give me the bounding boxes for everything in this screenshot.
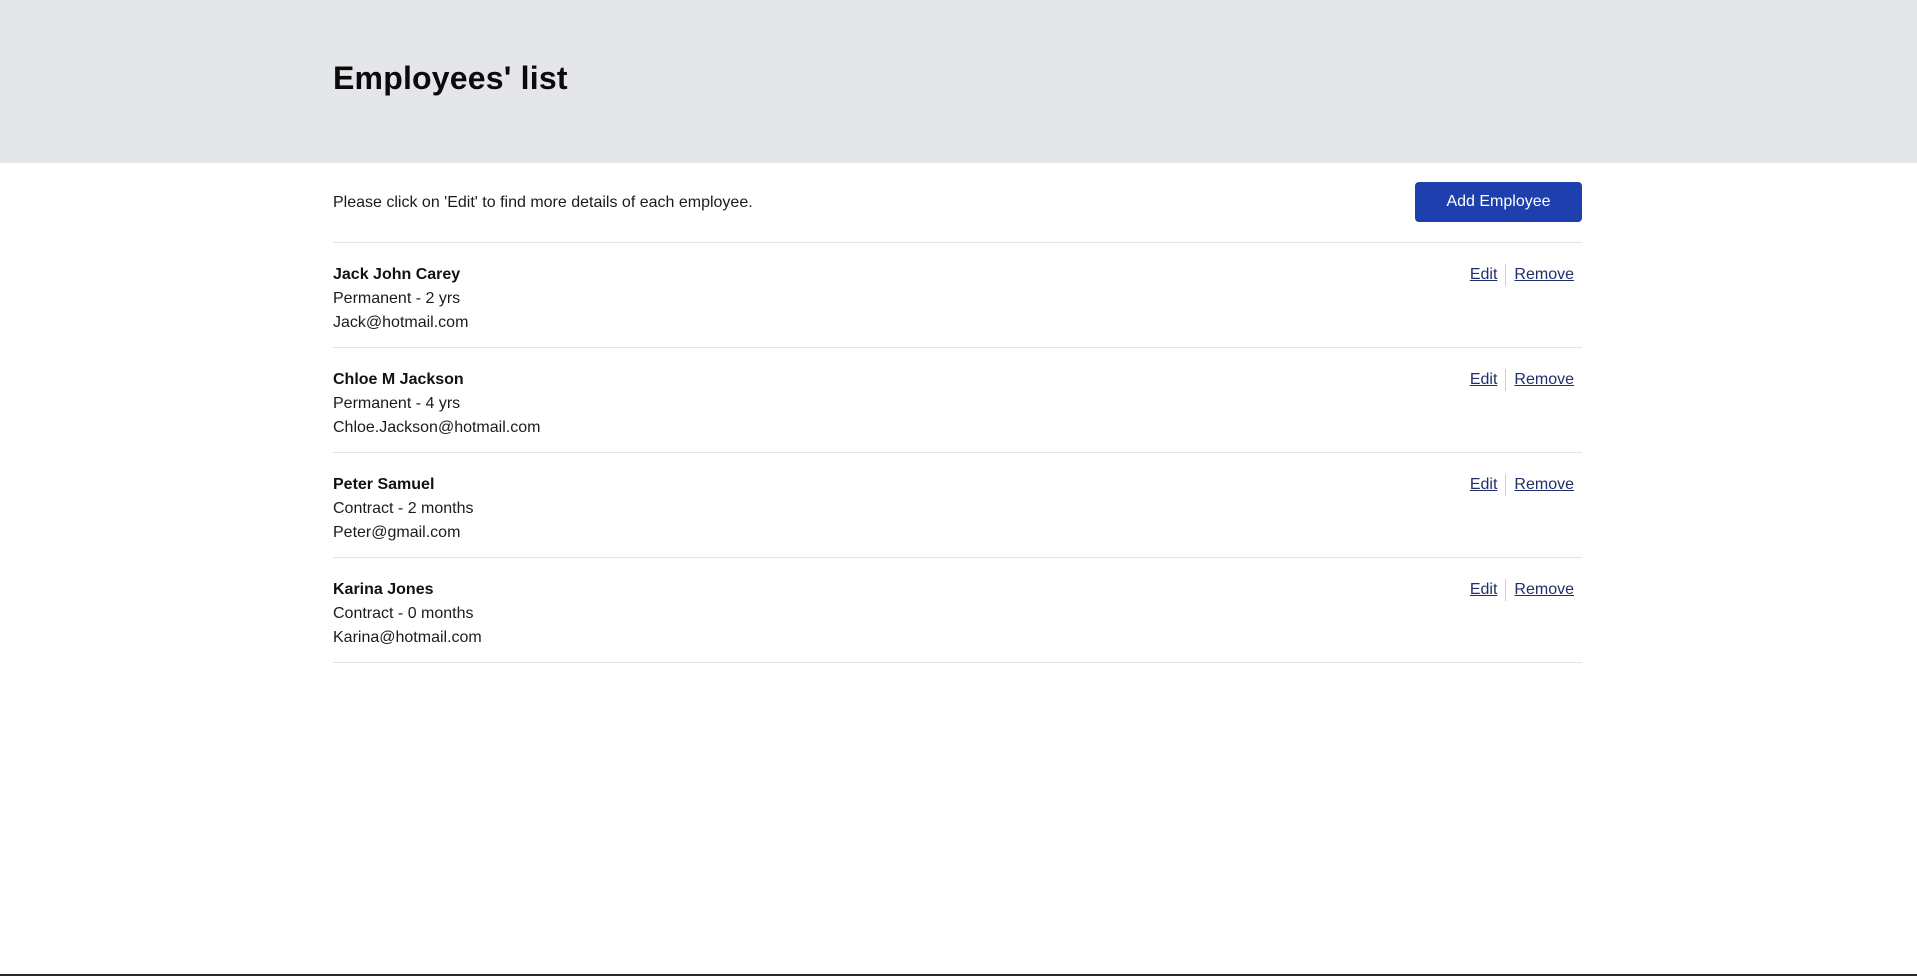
action-divider	[1505, 264, 1507, 286]
list-item: Chloe M Jackson Permanent - 4 yrs Chloe.…	[333, 348, 1582, 453]
employee-email: Peter@gmail.com	[333, 524, 461, 541]
employee-name: Peter Samuel	[333, 476, 435, 493]
employee-actions: Edit Remove	[1470, 368, 1574, 392]
employee-employment: Contract - 2 months	[333, 500, 474, 517]
intro-text: Please click on 'Edit' to find more deta…	[333, 193, 753, 211]
action-divider	[1505, 369, 1507, 391]
action-divider	[1505, 579, 1507, 601]
edit-link[interactable]: Edit	[1470, 263, 1498, 287]
employee-actions: Edit Remove	[1470, 578, 1574, 602]
remove-link[interactable]: Remove	[1514, 578, 1574, 602]
list-item: Peter Samuel Contract - 2 months Peter@g…	[333, 453, 1582, 558]
employee-name: Jack John Carey	[333, 266, 461, 283]
remove-link[interactable]: Remove	[1514, 263, 1574, 287]
employee-email: Karina@hotmail.com	[333, 629, 482, 646]
edit-link[interactable]: Edit	[1470, 368, 1498, 392]
list-item: Karina Jones Contract - 0 months Karina@…	[333, 558, 1582, 663]
edit-link[interactable]: Edit	[1470, 578, 1498, 602]
employee-name: Karina Jones	[333, 581, 434, 598]
employee-employment: Permanent - 2 yrs	[333, 290, 461, 307]
intro-row: Please click on 'Edit' to find more deta…	[333, 163, 1582, 243]
add-employee-button[interactable]: Add Employee	[1415, 181, 1582, 222]
employee-employment: Permanent - 4 yrs	[333, 395, 461, 412]
main-content: Please click on 'Edit' to find more deta…	[333, 163, 1582, 663]
action-divider	[1505, 474, 1507, 496]
employee-email: Jack@hotmail.com	[333, 314, 469, 331]
remove-link[interactable]: Remove	[1514, 368, 1574, 392]
page-title: Employees' list	[333, 60, 568, 96]
page-header: Employees' list	[0, 0, 1917, 163]
list-item: Jack John Carey Permanent - 2 yrs Jack@h…	[333, 243, 1582, 348]
employee-name: Chloe M Jackson	[333, 371, 464, 388]
remove-link[interactable]: Remove	[1514, 473, 1574, 497]
employee-actions: Edit Remove	[1470, 263, 1574, 287]
edit-link[interactable]: Edit	[1470, 473, 1498, 497]
employee-email: Chloe.Jackson@hotmail.com	[333, 419, 541, 436]
employee-list: Jack John Carey Permanent - 2 yrs Jack@h…	[333, 243, 1582, 663]
employee-actions: Edit Remove	[1470, 473, 1574, 497]
employee-employment: Contract - 0 months	[333, 605, 474, 622]
